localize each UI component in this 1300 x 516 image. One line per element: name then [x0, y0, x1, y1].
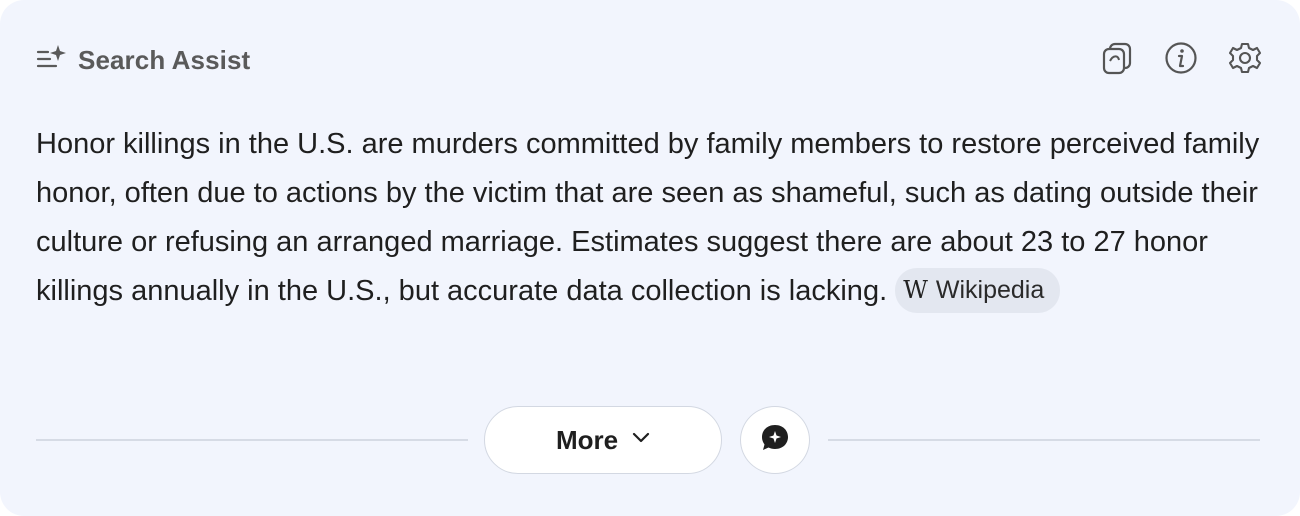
chevron-down-icon: [632, 431, 650, 449]
more-button[interactable]: More: [484, 406, 722, 474]
copy-icon: [1100, 41, 1134, 80]
card-header: Search Assist: [36, 40, 1262, 80]
source-chip-wikipedia[interactable]: W Wikipedia: [895, 267, 1061, 313]
wikipedia-icon: W: [903, 275, 928, 304]
divider-left: [36, 439, 468, 441]
search-assist-card: Search Assist Honor killings in the U.S.…: [0, 0, 1300, 516]
footer-row: More: [36, 406, 1260, 474]
page-title: Search Assist: [78, 44, 251, 75]
chat-bubble-icon: [760, 423, 790, 458]
brand: Search Assist: [36, 44, 250, 77]
copy-button[interactable]: [1100, 41, 1134, 80]
info-button[interactable]: [1164, 41, 1198, 80]
header-actions: [1100, 41, 1262, 80]
divider-right: [828, 439, 1260, 441]
answer-paragraph: Honor killings in the U.S. are murders c…: [36, 120, 1261, 316]
assist-sparkle-icon: [36, 44, 68, 77]
more-label: More: [555, 424, 619, 455]
source-label: Wikipedia: [935, 275, 1045, 304]
settings-gear-icon: [1228, 41, 1262, 80]
settings-button[interactable]: [1228, 41, 1262, 80]
answer-text: Honor killings in the U.S. are murders c…: [36, 128, 1260, 307]
chat-button[interactable]: [740, 406, 810, 474]
info-icon: [1164, 41, 1198, 80]
